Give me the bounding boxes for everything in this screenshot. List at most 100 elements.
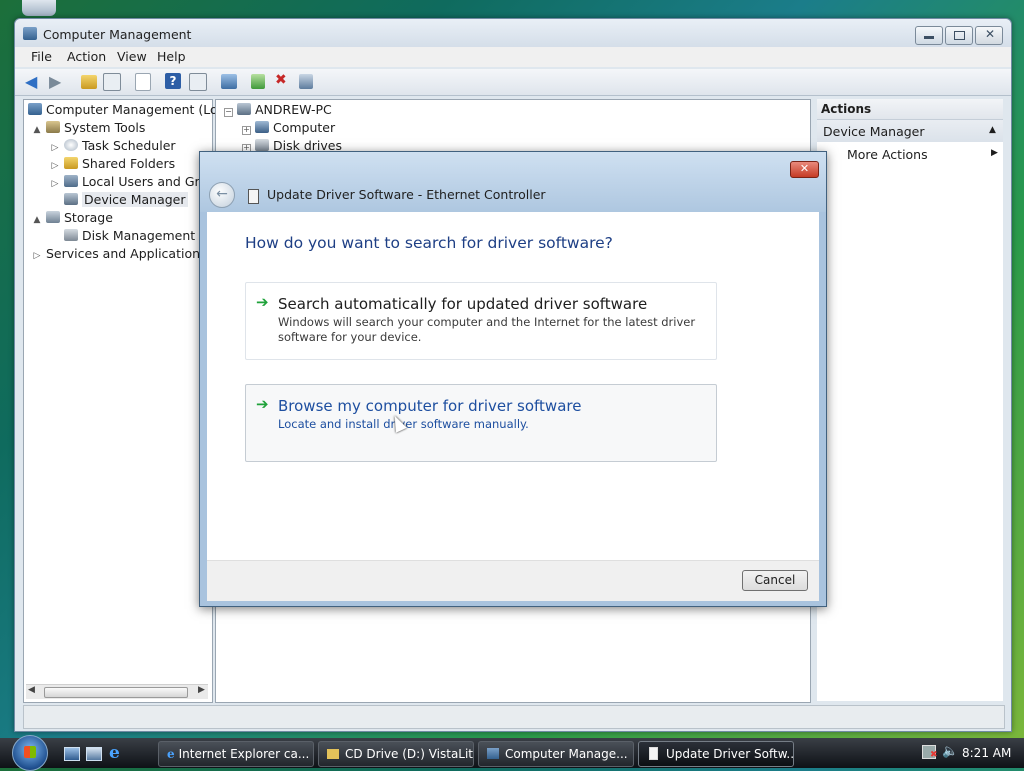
clock[interactable]: 8:21 AM	[962, 746, 1011, 760]
disable-device-icon[interactable]: ✖	[275, 72, 295, 92]
expander-icon[interactable]: ▷	[50, 143, 60, 153]
clock-icon	[64, 139, 78, 151]
dialog-close-button[interactable]: ✕	[790, 161, 819, 178]
disk-drive-icon	[255, 139, 269, 151]
dialog-header: ✕ ← Update Driver Software - Ethernet Co…	[200, 152, 826, 212]
scroll-left-icon[interactable]: ◀	[28, 685, 35, 695]
green-arrow-icon: ➔	[256, 395, 269, 413]
device-root[interactable]: − ANDREW-PC	[224, 102, 332, 117]
device-category-computer[interactable]: + Computer	[242, 120, 335, 135]
menu-help[interactable]: Help	[157, 49, 186, 64]
ie-icon: e	[167, 747, 175, 761]
up-folder-icon[interactable]	[81, 75, 97, 89]
computer-management-icon	[487, 748, 499, 759]
actions-header: Actions	[817, 99, 1003, 120]
tree-item-storage[interactable]: ▲ Storage	[32, 210, 113, 225]
windows-logo-icon	[24, 746, 36, 758]
users-icon	[64, 175, 78, 187]
internet-explorer-quicklaunch-icon[interactable]: e	[109, 743, 120, 763]
cancel-button[interactable]: Cancel	[742, 570, 808, 591]
tree-item-disk-management[interactable]: Disk Management	[50, 228, 195, 243]
folder-icon	[327, 749, 339, 759]
dialog-footer: Cancel	[207, 560, 819, 601]
scroll-right-icon[interactable]: ▶	[198, 685, 205, 695]
back-icon[interactable]: ◀	[25, 72, 45, 92]
tree-item-services-applications[interactable]: ▷ Services and Applications	[32, 246, 207, 261]
restore-icon	[954, 31, 965, 40]
taskbar-item-computer-management[interactable]: Computer Manage...	[478, 741, 634, 767]
toolbar: ◀ ▶ ? ✖	[15, 69, 1011, 96]
taskbar: e e Internet Explorer ca... CD Drive (D:)…	[0, 735, 1024, 771]
minimize-button[interactable]	[915, 26, 943, 45]
forward-icon[interactable]: ▶	[49, 72, 69, 92]
tree-item-system-tools[interactable]: ▲ System Tools	[32, 120, 146, 135]
console-tree-pane: Computer Management (Local ▲ System Tools…	[23, 99, 236, 703]
actions-title: Actions	[821, 102, 872, 116]
window-titlebar[interactable]: Computer Management ✕	[15, 19, 1011, 49]
collapse-icon[interactable]: −	[224, 108, 233, 117]
device-icon	[248, 189, 259, 204]
taskbar-item-update-driver[interactable]: Update Driver Softw...	[638, 741, 794, 767]
option-title: Search automatically for updated driver …	[278, 295, 648, 313]
device-manager-icon	[64, 193, 78, 205]
green-arrow-icon: ➔	[256, 293, 269, 311]
dialog-title: Update Driver Software - Ethernet Contro…	[267, 187, 546, 202]
show-hide-tree-icon[interactable]	[103, 73, 121, 91]
back-button[interactable]: ←	[209, 182, 235, 208]
actions-section-device-manager[interactable]: Device Manager ▲	[817, 120, 1003, 142]
expander-icon[interactable]: ▲	[32, 125, 42, 135]
search-automatically-option[interactable]: ➔ Search automatically for updated drive…	[245, 282, 717, 360]
start-button[interactable]	[12, 735, 48, 771]
expander-icon[interactable]: ▷	[32, 251, 42, 261]
tree-item-shared-folders[interactable]: ▷ Shared Folders	[50, 156, 176, 171]
tools-icon	[46, 121, 60, 133]
close-icon: ✕	[985, 27, 996, 41]
taskbar-item-cd-drive[interactable]: CD Drive (D:) VistaLite	[318, 741, 474, 767]
window-title: Computer Management	[43, 27, 192, 42]
show-desktop-icon[interactable]	[64, 747, 80, 761]
back-arrow-icon: ←	[216, 186, 228, 202]
switch-windows-icon[interactable]	[86, 747, 102, 761]
recycle-bin-icon[interactable]	[22, 0, 56, 16]
tree-item-device-manager[interactable]: Device Manager	[50, 192, 188, 207]
update-driver-icon[interactable]	[251, 74, 265, 89]
menu-action[interactable]: Action	[67, 49, 106, 64]
storage-icon	[46, 211, 60, 223]
menu-view[interactable]: View	[117, 49, 147, 64]
close-button[interactable]: ✕	[975, 26, 1003, 45]
browse-computer-option[interactable]: ➔ Browse my computer for driver software…	[245, 384, 717, 462]
option-description: Windows will search your computer and th…	[278, 315, 696, 344]
taskbar-item-internet-explorer[interactable]: e Internet Explorer ca...	[158, 741, 314, 767]
dialog-heading: How do you want to search for driver sof…	[245, 234, 613, 252]
expand-icon[interactable]: +	[242, 126, 251, 135]
collapse-section-icon[interactable]: ▲	[989, 125, 996, 135]
uninstall-device-icon[interactable]	[299, 74, 313, 89]
minimize-icon	[924, 36, 934, 39]
actions-pane: Actions Device Manager ▲ More Actions ▶	[817, 99, 1003, 701]
status-bar	[23, 705, 1005, 729]
shared-folder-icon	[64, 157, 78, 169]
expander-icon[interactable]: ▷	[50, 161, 60, 171]
help-icon[interactable]: ?	[165, 73, 181, 89]
scroll-thumb[interactable]	[44, 687, 188, 698]
properties-icon[interactable]	[135, 73, 151, 91]
more-actions-item[interactable]: More Actions ▶	[817, 145, 1003, 165]
maximize-button[interactable]	[945, 26, 973, 45]
device-icon	[649, 747, 658, 760]
scan-hardware-icon[interactable]	[221, 74, 237, 89]
expander-icon[interactable]: ▲	[32, 215, 42, 225]
menu-file[interactable]: File	[31, 49, 52, 64]
tree-item-computer-management[interactable]: Computer Management (Local	[28, 102, 236, 117]
option-description: Locate and install driver software manua…	[278, 417, 529, 431]
dialog-body: How do you want to search for driver sof…	[207, 212, 819, 560]
show-hide-action-pane-icon[interactable]	[189, 73, 207, 91]
update-driver-dialog: ✕ ← Update Driver Software - Ethernet Co…	[199, 151, 827, 607]
tree-item-local-users[interactable]: ▷ Local Users and Group	[50, 174, 223, 189]
computer-management-icon	[28, 103, 42, 115]
tree-item-task-scheduler[interactable]: ▷ Task Scheduler	[50, 138, 176, 153]
expander-icon[interactable]: ▷	[50, 179, 60, 189]
horizontal-scrollbar[interactable]: ◀ ▶	[26, 684, 208, 699]
volume-icon[interactable]: 🔈	[942, 744, 958, 759]
submenu-arrow-icon: ▶	[991, 148, 998, 158]
disk-icon	[64, 229, 78, 241]
